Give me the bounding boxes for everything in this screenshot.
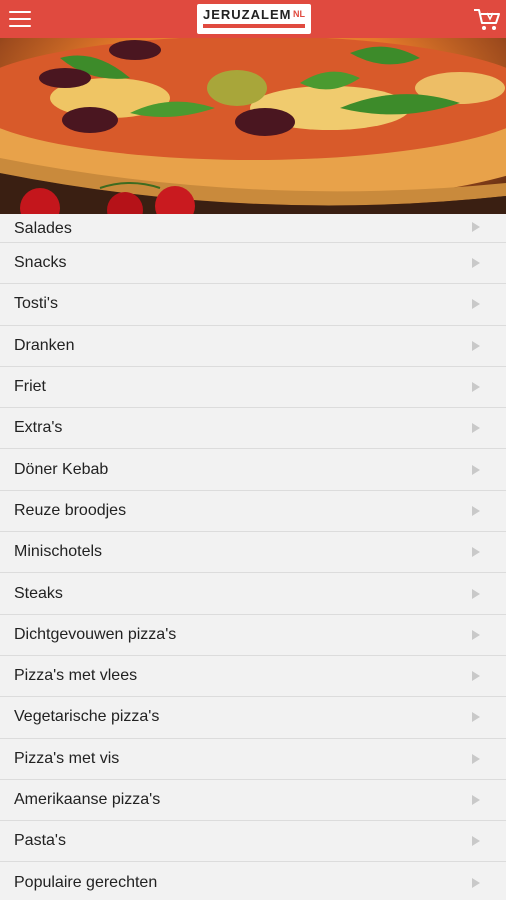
- category-item[interactable]: Dichtgevouwen pizza's: [0, 614, 506, 656]
- logo-mark: NL: [293, 9, 305, 19]
- chevron-right-icon: [472, 258, 480, 269]
- category-item[interactable]: Populaire gerechten: [0, 862, 506, 900]
- category-item[interactable]: Extra's: [0, 408, 506, 450]
- category-item[interactable]: Pizza's met vlees: [0, 655, 506, 698]
- chevron-right-icon: [472, 423, 480, 434]
- chevron-right-icon: [472, 382, 480, 393]
- category-label: Steaks: [14, 584, 63, 602]
- chevron-right-icon: [472, 877, 480, 888]
- category-label: Friet: [14, 378, 46, 396]
- chevron-right-icon: [472, 712, 480, 723]
- category-label: Reuze broodjes: [14, 501, 127, 519]
- category-label: Pasta's: [14, 832, 66, 850]
- category-label: Pizza's met vlees: [14, 667, 138, 685]
- category-item[interactable]: Amerikaanse pizza's: [0, 779, 506, 822]
- category-item[interactable]: Pasta's: [0, 821, 506, 863]
- logo-text: JERUZALEM: [203, 7, 292, 22]
- chevron-right-icon: [472, 836, 480, 847]
- category-item[interactable]: Snacks: [0, 243, 506, 285]
- chevron-right-icon: [472, 547, 480, 558]
- category-item[interactable]: Döner Kebab: [0, 449, 506, 491]
- category-label: Amerikaanse pizza's: [14, 791, 161, 808]
- category-label: Salades: [14, 220, 72, 237]
- category-label: Pizza's met vis: [14, 749, 120, 767]
- hamburger-menu-icon[interactable]: [9, 11, 31, 27]
- chevron-right-icon: [472, 299, 480, 310]
- category-label: Dichtgevouwen pizza's: [14, 625, 177, 643]
- chevron-right-icon: [472, 753, 480, 764]
- category-label: Vegetarische pizza's: [14, 708, 160, 726]
- category-item[interactable]: Steaks: [0, 573, 506, 615]
- chevron-right-icon: [472, 629, 480, 640]
- category-item[interactable]: Salades: [0, 214, 506, 243]
- chevron-right-icon: [472, 795, 480, 805]
- logo: JERUZALEM NL: [197, 4, 311, 34]
- category-label: Snacks: [14, 254, 67, 272]
- category-label: Tosti's: [14, 295, 58, 313]
- category-label: Döner Kebab: [14, 460, 109, 478]
- category-item[interactable]: Tosti's: [0, 284, 506, 326]
- chevron-right-icon: [472, 505, 480, 516]
- category-label: Populaire gerechten: [14, 873, 158, 891]
- category-item[interactable]: Vegetarische pizza's: [0, 697, 506, 739]
- category-item[interactable]: Friet: [0, 366, 506, 409]
- category-item[interactable]: Pizza's met vis: [0, 738, 506, 780]
- category-item[interactable]: Reuze broodjes: [0, 490, 506, 533]
- category-item[interactable]: Minischotels: [0, 532, 506, 574]
- logo-underline: [203, 24, 305, 28]
- category-item[interactable]: Dranken: [0, 325, 506, 367]
- category-label: Minischotels: [14, 543, 103, 561]
- category-list: Salades Snacks Tosti's Dranken Friet Ext…: [0, 214, 506, 900]
- chevron-right-icon: [472, 464, 480, 475]
- top-bar: JERUZALEM NL: [0, 0, 506, 38]
- chevron-right-icon: [472, 340, 480, 351]
- chevron-right-icon: [472, 671, 480, 682]
- hero-pizza-image: [0, 38, 506, 214]
- chevron-right-icon: [472, 588, 480, 599]
- shopping-cart-icon[interactable]: [473, 7, 501, 32]
- category-label: Dranken: [14, 336, 75, 354]
- chevron-right-icon: [472, 222, 480, 232]
- category-label: Extra's: [14, 419, 63, 437]
